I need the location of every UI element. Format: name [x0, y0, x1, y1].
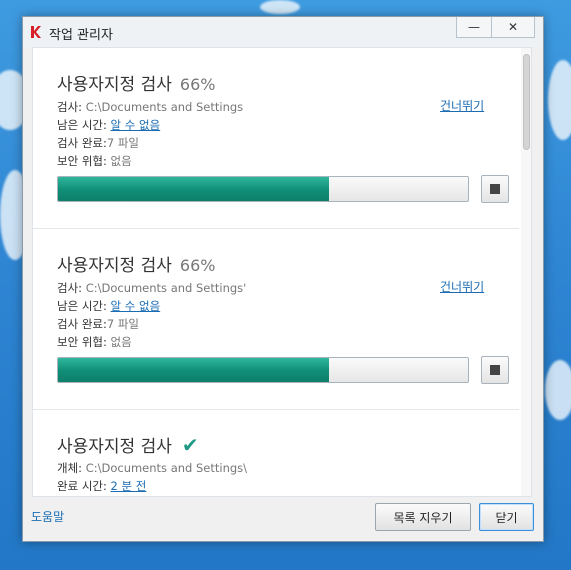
window-title: 작업 관리자 [49, 28, 113, 43]
scan-path-value: C:\Documents and Settings [85, 100, 244, 114]
task-title-row: 사용자지정 검사 ✔ [57, 432, 199, 457]
scan-path-row: 검사: C:\Documents and Settings' [57, 281, 247, 295]
object-value: C:\Documents and Settings\ [85, 461, 248, 475]
scan-progress-bar [57, 176, 469, 202]
object-row: 개체: C:\Documents and Settings\ [57, 461, 248, 475]
remaining-time-link[interactable]: 알 수 없음 [111, 299, 161, 313]
task-item: 사용자지정 검사 66% 검사: C:\Documents and Setting… [33, 48, 519, 229]
remaining-time-label: 남은 시간 [57, 118, 103, 132]
skip-link[interactable]: 건너뛰기 [440, 97, 484, 114]
scrollbar-thumb[interactable] [523, 54, 530, 150]
finished-time-row: 완료 시간: 2 분 전 [57, 479, 147, 493]
stop-icon [490, 184, 500, 194]
progress-fill [58, 358, 329, 382]
task-title: 사용자지정 검사 [57, 437, 172, 457]
title-bar[interactable]: 작업 관리자 — ✕ [23, 17, 543, 47]
vertical-scrollbar[interactable] [521, 48, 531, 496]
remaining-time-row: 남은 시간: 알 수 없음 [57, 299, 161, 313]
finished-time-link[interactable]: 2 분 전 [111, 479, 147, 493]
background-petal [548, 60, 571, 140]
scanned-value: 7 파일 [106, 136, 139, 150]
scanned-label: 검사 완료 [57, 317, 103, 331]
skip-link[interactable]: 건너뛰기 [440, 278, 484, 295]
task-title: 사용자지정 검사 [57, 75, 172, 95]
background-petal [545, 360, 571, 420]
task-percent: 66% [179, 75, 216, 94]
task-title: 사용자지정 검사 [57, 256, 172, 276]
task-title-row: 사용자지정 검사 66% [57, 70, 215, 95]
threats-row: 보안 위협: 없음 [57, 335, 132, 349]
remaining-time-link[interactable]: 알 수 없음 [111, 118, 161, 132]
scanned-row: 검사 완료:7 파일 [57, 136, 139, 150]
scanned-value: 7 파일 [106, 317, 139, 331]
window-controls: — ✕ [456, 17, 535, 39]
scanned-label: 검사 완료 [57, 136, 103, 150]
scan-path-row: 검사: C:\Documents and Settings [57, 100, 244, 114]
close-window-button[interactable]: ✕ [492, 17, 535, 38]
stop-button[interactable] [481, 356, 509, 384]
task-list[interactable]: 사용자지정 검사 66% 검사: C:\Documents and Setting… [32, 47, 532, 497]
threats-label: 보안 위협 [57, 154, 103, 168]
scan-progress-bar [57, 357, 469, 383]
stop-button[interactable] [481, 175, 509, 203]
threats-value: 없음 [110, 335, 132, 349]
stop-icon [490, 365, 500, 375]
task-title-row: 사용자지정 검사 66% [57, 251, 215, 276]
remaining-time-row: 남은 시간: 알 수 없음 [57, 118, 161, 132]
check-icon: ✔ [181, 433, 199, 457]
close-button[interactable]: 닫기 [479, 503, 534, 531]
task-manager-window: 작업 관리자 — ✕ 사용자지정 검사 66% 검사: C:\Documents … [22, 16, 544, 542]
kaspersky-k-icon [31, 26, 41, 38]
remaining-time-label: 남은 시간 [57, 299, 103, 313]
threats-label: 보안 위협 [57, 335, 103, 349]
minimize-button[interactable]: — [456, 17, 492, 38]
progress-fill [58, 177, 329, 201]
help-link[interactable]: 도움말 [31, 508, 64, 525]
object-label: 개체 [57, 461, 79, 475]
scan-path-label: 검사 [57, 100, 79, 114]
threats-value: 없음 [110, 154, 132, 168]
scan-path-value: C:\Documents and Settings' [85, 281, 247, 295]
clear-list-button[interactable]: 목록 지우기 [375, 503, 471, 531]
scan-path-label: 검사 [57, 281, 79, 295]
close-icon: ✕ [507, 20, 519, 34]
task-item: 사용자지정 검사 ✔ 개체: C:\Documents and Settings\… [33, 410, 519, 496]
minimize-icon: — [468, 20, 480, 34]
task-percent: 66% [179, 256, 216, 275]
task-item: 사용자지정 검사 66% 검사: C:\Documents and Setting… [33, 229, 519, 410]
finished-time-label: 완료 시간 [57, 479, 103, 493]
scanned-row: 검사 완료:7 파일 [57, 317, 139, 331]
background-petal [260, 0, 300, 14]
threats-row: 보안 위협: 없음 [57, 154, 132, 168]
